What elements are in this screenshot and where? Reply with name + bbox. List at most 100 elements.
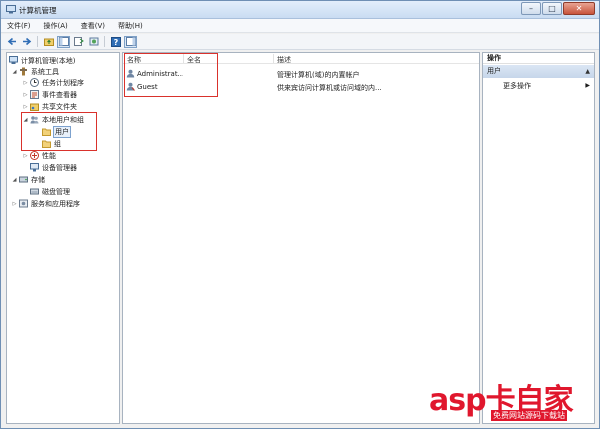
collapse-triangle-icon[interactable]: ◢ bbox=[22, 117, 29, 123]
tree-item-device-manager[interactable]: 设备管理器 bbox=[29, 162, 78, 173]
tree-label-disk-management: 磁盘管理 bbox=[42, 187, 70, 196]
toolbar: ? bbox=[1, 34, 599, 50]
menu-file[interactable]: 文件(F) bbox=[7, 21, 31, 31]
expand-triangle-icon[interactable]: ▷ bbox=[11, 201, 18, 207]
column-divider[interactable] bbox=[273, 54, 274, 63]
menu-view[interactable]: 查看(V) bbox=[81, 21, 105, 31]
actions-pane: 操作 用户 ▲ 更多操作 ▶ bbox=[482, 52, 595, 424]
properties-button[interactable] bbox=[87, 36, 100, 48]
toolbar-separator bbox=[104, 36, 105, 47]
tree-label-device-manager: 设备管理器 bbox=[42, 163, 77, 172]
tree-label-groups: 组 bbox=[54, 139, 61, 148]
menu-bar: 文件(F) 操作(A) 查看(V) 帮助(H) bbox=[1, 19, 599, 33]
tree-label-users: 用户 bbox=[53, 125, 71, 138]
toolbar-separator bbox=[37, 36, 38, 47]
computer-management-icon bbox=[6, 5, 16, 14]
cell-description: 管理计算机(域)的内置帐户 bbox=[277, 71, 360, 79]
actions-header: 操作 bbox=[483, 53, 594, 64]
export-list-button[interactable] bbox=[72, 36, 85, 48]
user-list-pane: 名称 全名 描述 Administrat... 管理计算机(域)的内置帐户 Gu… bbox=[122, 52, 480, 424]
actions-section-label: 用户 bbox=[487, 67, 501, 75]
computer-management-icon bbox=[9, 56, 18, 64]
tree-label-performance: 性能 bbox=[42, 151, 56, 160]
tree-item-storage[interactable]: ◢ 存储 bbox=[11, 174, 46, 185]
minimize-button[interactable]: – bbox=[521, 2, 541, 15]
folder-up-icon bbox=[43, 38, 54, 46]
list-header: 名称 全名 描述 bbox=[123, 53, 479, 64]
tree-label-task-scheduler: 任务计划程序 bbox=[42, 78, 84, 87]
collapse-up-icon[interactable]: ▲ bbox=[585, 65, 590, 78]
tree-item-disk-management[interactable]: 磁盘管理 bbox=[29, 186, 71, 197]
show-action-pane-button[interactable] bbox=[124, 35, 137, 48]
expand-triangle-icon[interactable]: ▷ bbox=[22, 153, 29, 159]
column-divider[interactable] bbox=[183, 54, 184, 63]
list-row-administrator[interactable]: Administrat... 管理计算机(域)的内置帐户 bbox=[123, 68, 479, 80]
collapse-triangle-icon[interactable]: ◢ bbox=[11, 69, 18, 75]
expand-triangle-icon[interactable]: ▷ bbox=[22, 92, 29, 98]
tree-item-shared-folders[interactable]: ▷ 共享文件夹 bbox=[22, 101, 78, 112]
performance-icon bbox=[30, 151, 39, 160]
tree-item-groups[interactable]: 组 bbox=[41, 138, 62, 149]
system-tools-icon bbox=[20, 67, 27, 76]
tree-label-services-apps: 服务和应用程序 bbox=[31, 199, 80, 208]
tree-label-root: 计算机管理(本地) bbox=[21, 56, 76, 65]
device-manager-icon bbox=[30, 163, 39, 172]
cell-name: Guest bbox=[137, 83, 158, 91]
expand-triangle-icon[interactable]: ▷ bbox=[22, 80, 29, 86]
tree-label-system-tools: 系统工具 bbox=[31, 67, 59, 76]
users-group-icon bbox=[30, 116, 39, 124]
column-header-description[interactable]: 描述 bbox=[277, 55, 291, 65]
window-controls: – □ ✕ bbox=[521, 2, 595, 15]
tree-item-system-tools[interactable]: ◢ 系统工具 bbox=[11, 66, 60, 77]
tree-item-root[interactable]: 计算机管理(本地) bbox=[8, 55, 76, 66]
user-icon bbox=[126, 69, 135, 78]
menu-action[interactable]: 操作(A) bbox=[44, 21, 68, 31]
actions-section-users[interactable]: 用户 ▲ bbox=[483, 65, 594, 78]
tree-label-shared-folders: 共享文件夹 bbox=[42, 102, 77, 111]
column-header-name[interactable]: 名称 bbox=[127, 55, 141, 65]
tree-item-performance[interactable]: ▷ 性能 bbox=[22, 150, 57, 161]
cell-description: 供来宾访问计算机或访问域的内... bbox=[277, 84, 382, 92]
properties-icon bbox=[89, 37, 98, 46]
expand-triangle-icon[interactable]: ▷ bbox=[22, 104, 29, 110]
more-actions-item[interactable]: 更多操作 ▶ bbox=[483, 80, 594, 92]
collapse-triangle-icon[interactable]: ◢ bbox=[11, 177, 18, 183]
help-button[interactable]: ? bbox=[109, 36, 122, 48]
forward-button[interactable] bbox=[20, 36, 33, 48]
console-tree-icon bbox=[58, 37, 69, 46]
close-button[interactable]: ✕ bbox=[563, 2, 595, 15]
tree-item-local-users-groups[interactable]: ◢ 本地用户和组 bbox=[22, 114, 85, 125]
shared-folder-icon bbox=[30, 103, 39, 111]
tree-label-local-users-groups: 本地用户和组 bbox=[42, 115, 84, 124]
tree-item-services-apps[interactable]: ▷ 服务和应用程序 bbox=[11, 198, 81, 209]
list-row-guest[interactable]: Guest 供来宾访问计算机或访问域的内... bbox=[123, 81, 479, 93]
storage-icon bbox=[19, 176, 28, 183]
back-arrow-icon bbox=[7, 37, 16, 46]
show-tree-button[interactable] bbox=[57, 35, 70, 48]
maximize-button[interactable]: □ bbox=[542, 2, 562, 15]
title-bar[interactable]: 计算机管理 – □ ✕ bbox=[1, 1, 599, 19]
tree-item-task-scheduler[interactable]: ▷ 任务计划程序 bbox=[22, 77, 85, 88]
forward-arrow-icon bbox=[22, 37, 31, 46]
watermark-logo: asp卡自家 免费网站源码下载站 bbox=[429, 375, 595, 425]
column-header-fullname[interactable]: 全名 bbox=[187, 55, 201, 65]
menu-help[interactable]: 帮助(H) bbox=[118, 21, 143, 31]
event-viewer-icon bbox=[30, 90, 39, 99]
tree-item-event-viewer[interactable]: ▷ 事件查看器 bbox=[22, 89, 78, 100]
up-folder-button[interactable] bbox=[42, 36, 55, 48]
back-button[interactable] bbox=[5, 36, 18, 48]
folder-icon bbox=[42, 140, 51, 148]
tree-label-event-viewer: 事件查看器 bbox=[42, 90, 77, 99]
disk-icon bbox=[30, 188, 39, 195]
watermark-sub-text: 免费网站源码下载站 bbox=[491, 410, 567, 421]
services-icon bbox=[19, 199, 28, 208]
submenu-arrow-icon: ▶ bbox=[585, 82, 590, 89]
action-pane-icon bbox=[125, 37, 136, 46]
tree-label-storage: 存储 bbox=[31, 175, 45, 184]
user-icon bbox=[126, 82, 135, 91]
export-list-icon bbox=[73, 37, 84, 46]
computer-management-window: 计算机管理 – □ ✕ 文件(F) 操作(A) 查看(V) 帮助(H) ? 计算… bbox=[0, 0, 600, 429]
more-actions-label: 更多操作 bbox=[503, 82, 531, 90]
svg-text:?: ? bbox=[113, 38, 118, 47]
tree-item-users[interactable]: 用户 bbox=[41, 125, 71, 138]
